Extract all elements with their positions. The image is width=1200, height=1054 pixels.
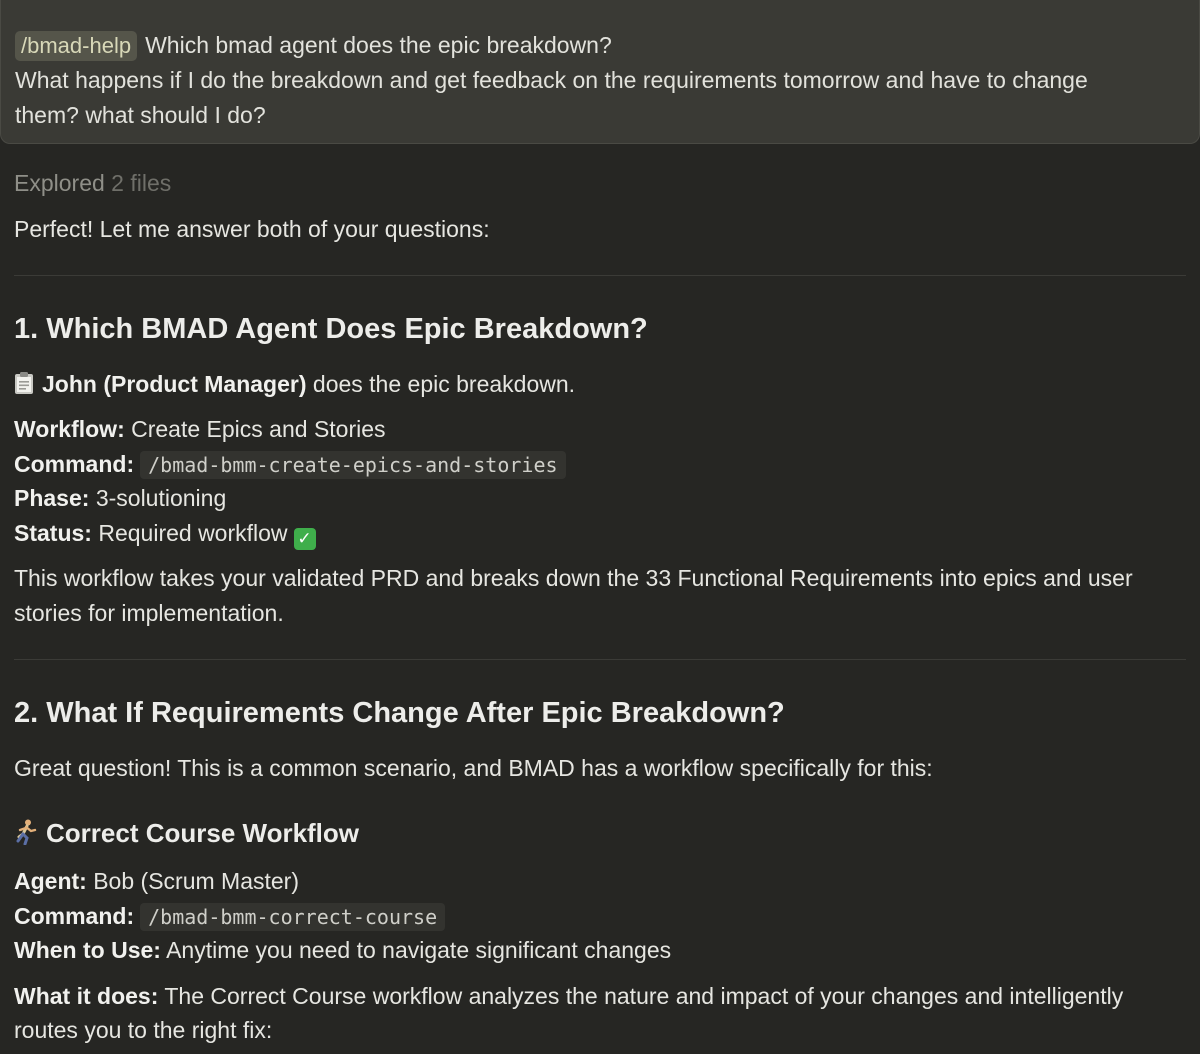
section-1-heading: 1. Which BMAD Agent Does Epic Breakdown? <box>14 313 648 345</box>
workflow-label: Workflow: <box>14 416 125 442</box>
what-value: The Correct Course workflow analyzes the… <box>158 983 1124 1009</box>
explored-count: 2 files <box>111 170 172 196</box>
command-line: Command:/bmad-bmm-create-epics-and-stori… <box>14 447 566 483</box>
response-intro: Perfect! Let me answer both of your ques… <box>14 216 490 242</box>
when-to-use-line: When to Use: Anytime you need to navigat… <box>14 933 671 968</box>
workflow-value: Create Epics and Stories <box>124 416 386 442</box>
status-value: Required workflow <box>91 520 288 546</box>
phase-value: 3-solutioning <box>89 485 227 511</box>
workflow-line: Workflow: Create Epics and Stories <box>14 412 386 447</box>
agent-value: Bob (Scrum Master) <box>86 868 299 894</box>
user-message-line-1: Which bmad agent does the epic breakdown… <box>145 32 612 58</box>
phase-line: Phase: 3-solutioning <box>14 481 226 516</box>
what-it-does-line-1: What it does: The Correct Course workflo… <box>14 979 1123 1014</box>
command-code[interactable]: /bmad-bmm-create-epics-and-stories <box>140 451 566 479</box>
user-message-line-2: What happens if I do the breakdown and g… <box>15 67 1088 93</box>
chat-transcript: /bmad-help Which bmad agent does the epic… <box>0 0 1200 1054</box>
command-code-2[interactable]: /bmad-bmm-correct-course <box>140 903 446 931</box>
running-person-icon <box>14 819 38 846</box>
command-label-2: Command: <box>14 903 135 929</box>
phase-label: Phase: <box>14 485 90 511</box>
status-label: Status: <box>14 520 92 546</box>
user-message-line-3: them? what should I do? <box>15 102 266 128</box>
clipboard-icon <box>14 370 34 394</box>
section-1-description-line-1: This workflow takes your validated PRD a… <box>14 565 1133 591</box>
divider <box>14 659 1186 660</box>
section-2-intro: Great question! This is a common scenari… <box>14 755 933 781</box>
status-line: Status: Required workflow ✓ <box>14 516 316 551</box>
command-label: Command: <box>14 451 135 477</box>
agent-name: John (Product Manager) <box>42 371 307 397</box>
agent-label: Agent: <box>14 868 87 894</box>
agent-line-2: Agent: Bob (Scrum Master) <box>14 864 299 899</box>
check-mark-icon: ✓ <box>293 528 316 550</box>
divider <box>14 275 1186 276</box>
section-1-description-line-2: stories for implementation. <box>14 600 284 626</box>
when-label: When to Use: <box>14 937 161 963</box>
when-value: Anytime you need to navigate significant… <box>160 937 672 963</box>
agent-suffix: does the epic breakdown. <box>306 371 576 397</box>
what-it-does-line-2: routes you to the right fix: <box>14 1017 273 1043</box>
section-2-heading: 2. What If Requirements Change After Epi… <box>14 697 785 729</box>
correct-course-title: Correct Course Workflow <box>46 818 360 848</box>
what-label: What it does: <box>14 983 159 1009</box>
agent-line: John (Product Manager) does the epic bre… <box>14 367 575 402</box>
explored-label: Explored <box>14 170 105 196</box>
command-line-2: Command:/bmad-bmm-correct-course <box>14 899 446 935</box>
explored-files-toggle[interactable]: Explored 2 files <box>14 170 171 197</box>
correct-course-heading: Correct Course Workflow <box>14 818 359 849</box>
user-message-bubble: /bmad-help Which bmad agent does the epic… <box>0 0 1200 144</box>
slash-command-chip[interactable]: /bmad-help <box>15 31 138 61</box>
